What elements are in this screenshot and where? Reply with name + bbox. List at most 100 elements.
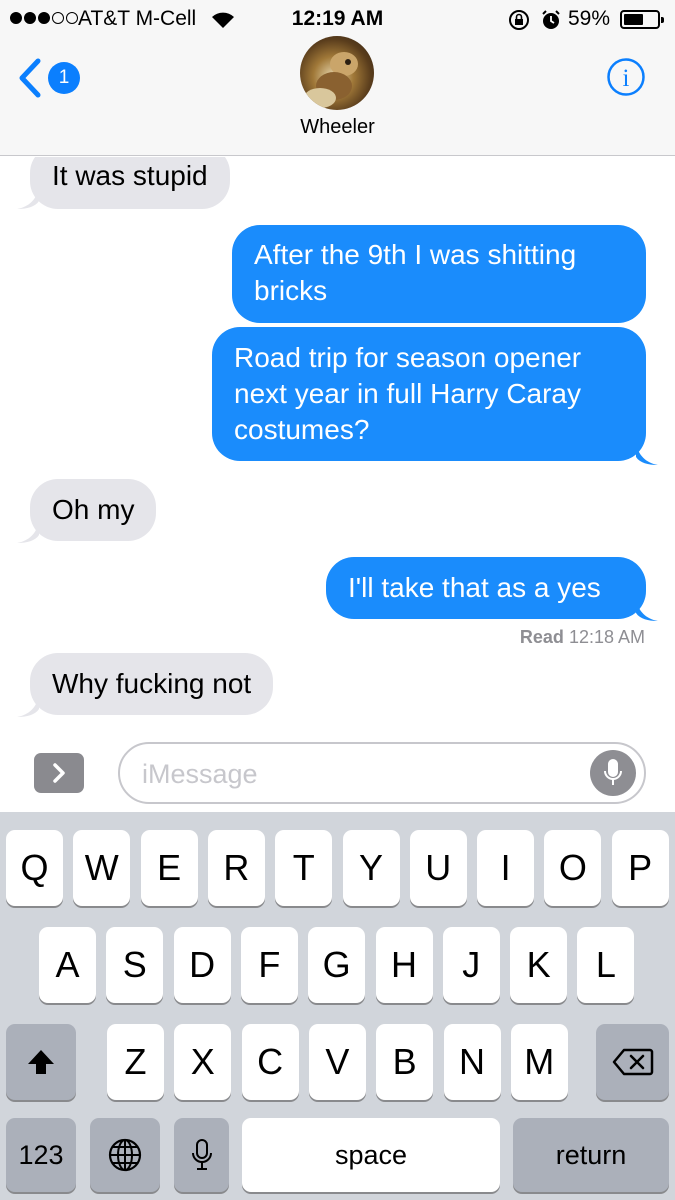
key-j[interactable]: J [442, 927, 500, 1003]
incoming-bubble-tail [17, 695, 39, 717]
key-y[interactable]: Y [342, 830, 400, 906]
battery-nub [661, 17, 664, 23]
key-label: V [325, 1041, 350, 1082]
incoming-bubble-tail [17, 521, 39, 543]
key-t[interactable]: T [275, 830, 333, 906]
navigation-header: AT&T M-Cell 12:19 AM 59% 1 Wheeler i [0, 0, 675, 156]
key-label: A [55, 944, 80, 985]
key-a[interactable]: A [39, 927, 96, 1003]
status-bar: AT&T M-Cell 12:19 AM 59% [0, 0, 675, 38]
message-text: I'll take that as a yes [348, 572, 601, 603]
key-c[interactable]: C [241, 1024, 299, 1100]
read-label: Read [519, 627, 564, 647]
key-label: G [322, 944, 351, 985]
return-key-label: return [555, 1139, 627, 1170]
incoming-message[interactable]: Why fucking not [30, 653, 274, 715]
key-label: S [122, 944, 147, 985]
space-key-label: space [334, 1139, 408, 1170]
key-k[interactable]: K [510, 927, 568, 1003]
key-label: N [459, 1041, 485, 1082]
apps-toggle-button[interactable] [34, 753, 84, 793]
key-label: Q [20, 847, 49, 888]
key-label: R [223, 847, 250, 888]
globe-key[interactable] [90, 1118, 160, 1192]
alarm-icon [542, 10, 560, 29]
key-label: B [392, 1041, 417, 1082]
key-label: I [500, 847, 511, 888]
key-v[interactable]: V [308, 1024, 366, 1100]
microphone-icon [191, 1139, 212, 1170]
message-thread[interactable]: It was stupid After the 9th I was shitti… [0, 157, 675, 730]
message-field[interactable] [118, 742, 646, 804]
back-button[interactable]: 1 [18, 58, 80, 98]
key-s[interactable]: S [106, 927, 164, 1003]
key-f[interactable]: F [240, 927, 298, 1003]
keyboard: 123 space return QWER T Y U I OP A S D FGH J K L Z X CV… [0, 812, 675, 1200]
outgoing-bubble-tail [636, 599, 658, 621]
key-label: C [257, 1041, 284, 1082]
key-l[interactable]: L [577, 927, 635, 1003]
numbers-key-label: 123 [18, 1139, 64, 1170]
avatar-photo [304, 52, 358, 108]
key-label: U [425, 847, 452, 888]
key-label: F [258, 944, 281, 985]
key-b[interactable]: B [376, 1024, 434, 1100]
delete-key[interactable] [596, 1024, 669, 1100]
chevron-left-icon [19, 58, 41, 98]
battery-icon [620, 10, 664, 29]
key-label: L [595, 944, 616, 985]
outgoing-message[interactable]: Road trip for season opener next year in… [212, 327, 646, 461]
shift-arrow-icon [28, 1050, 54, 1074]
battery-level-fill [624, 14, 643, 25]
key-d[interactable]: D [173, 927, 231, 1003]
key-z[interactable]: Z [107, 1024, 164, 1100]
space-key[interactable]: space [242, 1118, 500, 1192]
key-x[interactable]: X [174, 1024, 232, 1100]
key-label: P [628, 847, 653, 888]
key-w[interactable]: W [73, 830, 131, 906]
info-icon[interactable]: i [606, 57, 646, 97]
key-m[interactable]: M [510, 1024, 568, 1100]
key-label: D [189, 944, 216, 985]
shift-key[interactable] [6, 1024, 76, 1100]
key-label: W [84, 847, 119, 888]
key-h[interactable]: H [375, 927, 433, 1003]
key-q[interactable]: Q [6, 830, 63, 906]
contact-name[interactable]: Wheeler [0, 116, 675, 139]
svg-text:i: i [623, 65, 630, 92]
read-time: 12:18 AM [568, 627, 645, 647]
contact-avatar[interactable] [300, 36, 374, 110]
outgoing-message[interactable]: After the 9th I was shitting bricks [232, 225, 646, 323]
key-e[interactable]: E [140, 830, 198, 906]
key-n[interactable]: N [443, 1024, 501, 1100]
read-receipt: Read 12:18 AM [520, 627, 645, 648]
dictation-button[interactable] [590, 750, 636, 796]
microphone-icon [604, 759, 622, 785]
message-line: next year in full Harry Caray [234, 378, 582, 409]
orientation-lock-icon [509, 10, 529, 30]
message-text: Oh my [52, 494, 135, 525]
message-input[interactable] [142, 754, 582, 794]
key-g[interactable]: G [308, 927, 366, 1003]
incoming-bubble-tail [17, 187, 39, 209]
outgoing-message[interactable]: I'll take that as a yes [326, 557, 646, 619]
key-p[interactable]: P [611, 830, 669, 906]
incoming-message[interactable]: Oh my [30, 479, 157, 541]
key-label: M [524, 1041, 555, 1082]
key-label: O [558, 847, 587, 888]
message-text: Why fucking not [52, 668, 252, 699]
key-r[interactable]: R [207, 830, 265, 906]
key-u[interactable]: U [409, 830, 467, 906]
numbers-key[interactable]: 123 [6, 1118, 76, 1192]
key-label: J [462, 944, 481, 985]
return-key[interactable]: return [513, 1118, 669, 1192]
key-label: Z [124, 1041, 147, 1082]
message-line: After the 9th I was shitting [254, 239, 577, 270]
backspace-icon [612, 1048, 653, 1076]
key-o[interactable]: O [544, 830, 602, 906]
dictation-key[interactable] [174, 1118, 229, 1192]
incoming-message[interactable]: It was stupid [30, 157, 230, 209]
key-i[interactable]: I [477, 830, 535, 906]
key-label: K [526, 944, 551, 985]
battery-percentage: 59% [568, 7, 611, 30]
